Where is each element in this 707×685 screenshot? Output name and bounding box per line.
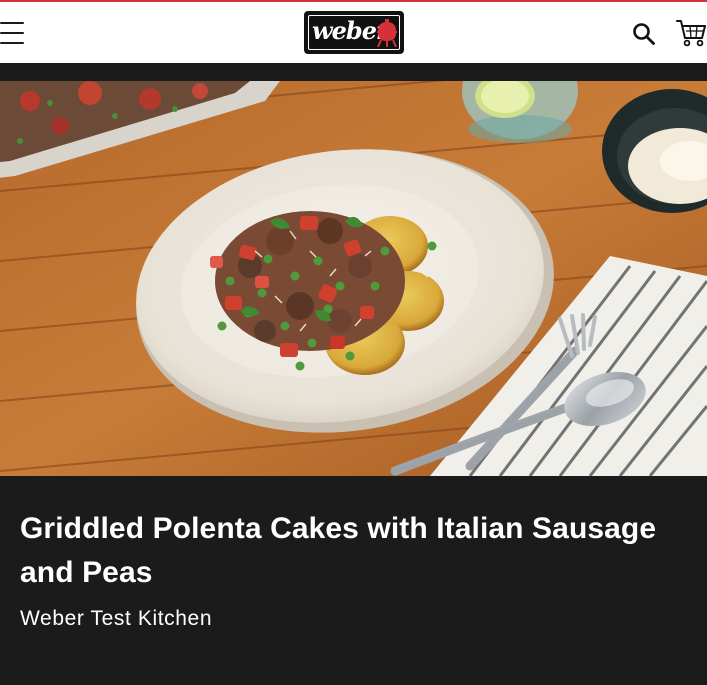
- recipe-hero-image: [0, 81, 707, 476]
- hamburger-menu-icon[interactable]: [0, 22, 26, 44]
- recipe-author-link[interactable]: Weber Test Kitchen: [20, 607, 212, 631]
- recipe-info: Griddled Polenta Cakes with Italian Saus…: [0, 476, 707, 685]
- sausage-topping: [215, 211, 405, 351]
- water-glass: [462, 81, 578, 143]
- recipe-title: Griddled Polenta Cakes with Italian Saus…: [20, 512, 657, 589]
- search-icon[interactable]: [632, 22, 656, 46]
- site-header: weber: [0, 2, 707, 63]
- weber-logo[interactable]: weber: [304, 11, 404, 54]
- header-separator: [0, 63, 707, 81]
- kettle-grill-icon: [377, 19, 397, 47]
- shopping-cart-icon[interactable]: [676, 18, 707, 48]
